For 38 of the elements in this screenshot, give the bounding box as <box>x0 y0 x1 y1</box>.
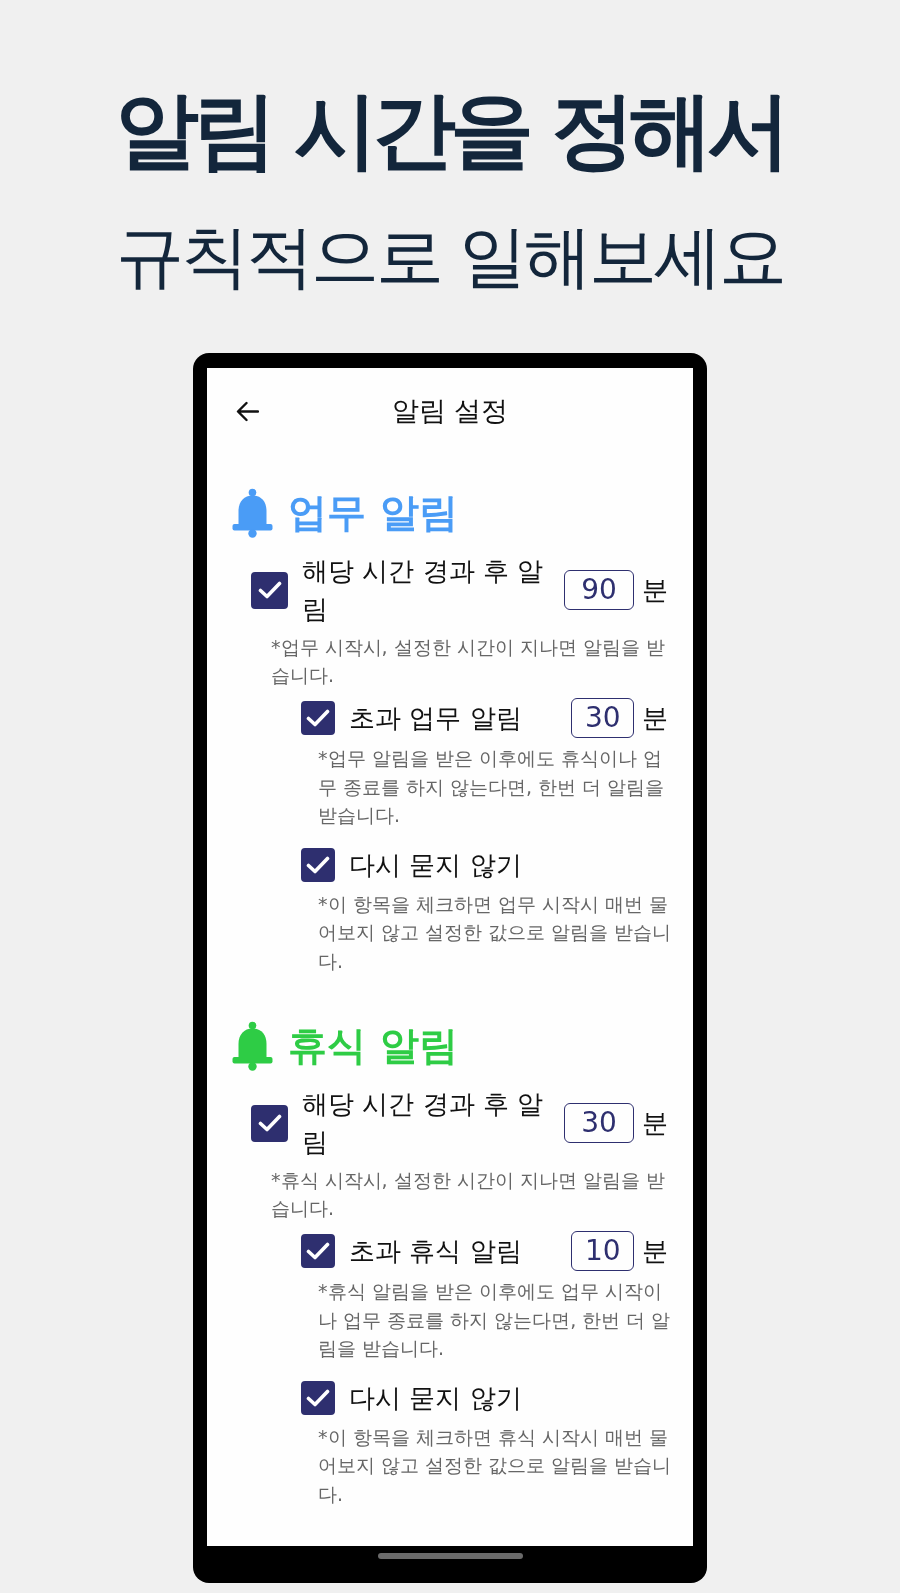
screen-title: 알림 설정 <box>391 394 509 428</box>
checkmark-icon <box>306 1242 330 1260</box>
checkmark-icon <box>306 709 330 727</box>
option-description: *업무 알림을 받은 이후에도 휴식이나 업무 종료를 하지 않는다면, 한번 더 알림을 받습니다. <box>318 746 666 828</box>
option-label: 초과 휴식 알림 <box>349 1235 523 1268</box>
minutes-field[interactable]: 10 <box>571 1231 634 1271</box>
option-label: 해당 시간 경과 후 알림 <box>302 555 545 626</box>
option-description: *휴식 시작시, 설정한 시간이 지나면 알림을 받습니다. <box>271 1168 666 1221</box>
option-description: *이 항목을 체크하면 휴식 시작시 매번 물어보지 않고 설정한 값으로 알림을 받습니다. <box>318 1424 673 1507</box>
minutes-field[interactable]: 30 <box>564 1103 634 1143</box>
section-title: 업무 알림 <box>288 489 458 537</box>
minutes-field[interactable]: 30 <box>571 698 634 738</box>
checkmark-icon <box>306 1388 330 1407</box>
unit-label: 분 <box>642 574 668 607</box>
option-label: 해당 시간 경과 후 알림 <box>302 1088 545 1159</box>
option-description: *이 항목을 체크하면 업무 시작시 매번 물어보지 않고 설정한 값으로 알림을 받습니다. <box>318 891 673 974</box>
checkbox[interactable] <box>301 847 335 882</box>
unit-label: 분 <box>642 1107 668 1140</box>
minutes-field[interactable]: 90 <box>564 570 634 610</box>
option-description: *업무 시작시, 설정한 시간이 지나면 알림을 받습니다. <box>271 635 666 688</box>
checkbox[interactable] <box>301 701 335 735</box>
checkmark-icon <box>257 581 282 599</box>
headline-title: 알림 시간을 정해서 <box>114 80 786 180</box>
section-title: 휴식 알림 <box>288 1022 458 1070</box>
back-arrow-icon[interactable] <box>236 400 259 422</box>
checkbox[interactable] <box>251 571 288 609</box>
checkbox[interactable] <box>301 1380 335 1415</box>
option-label: 다시 묻지 않기 <box>349 848 523 882</box>
unit-label: 분 <box>642 702 668 735</box>
option-description: *휴식 알림을 받은 이후에도 업무 시작이나 업무 종료를 하지 않는다면, 한번 더 알림을 받습니다. <box>318 1279 672 1361</box>
option-label: 초과 업무 알림 <box>349 702 523 735</box>
checkbox[interactable] <box>301 1234 335 1268</box>
checkmark-icon <box>306 855 330 874</box>
checkbox[interactable] <box>251 1104 288 1142</box>
option-label: 다시 묻지 않기 <box>349 1381 523 1415</box>
unit-label: 분 <box>642 1235 668 1268</box>
headline-subtitle: 규칙적으로 일해보세요 <box>115 216 785 298</box>
checkmark-icon <box>257 1114 282 1132</box>
